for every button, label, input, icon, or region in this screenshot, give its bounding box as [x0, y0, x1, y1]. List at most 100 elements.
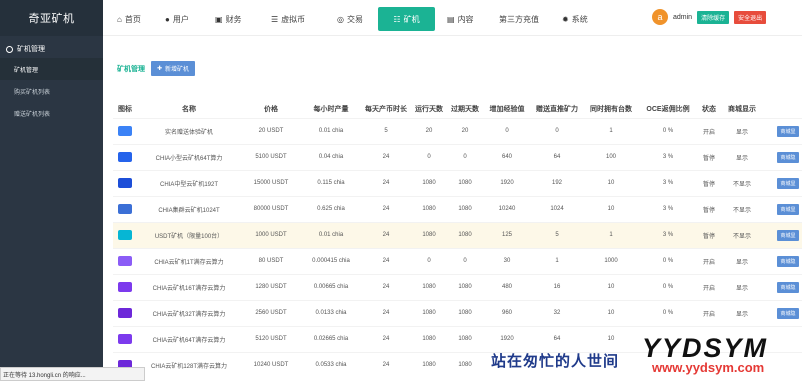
cell-max-owned: 1	[583, 117, 639, 144]
cell-referral-power: 0	[531, 117, 583, 144]
cell-name: USDT矿机（限量100台）	[137, 221, 241, 248]
tab-system[interactable]: ✹ 系统	[556, 7, 594, 31]
cell-referral-power: 192	[531, 169, 583, 196]
miner-icon-cell	[113, 273, 137, 300]
cell-name: CHIA云矿机128T满存云算力	[137, 351, 241, 378]
cell-max-owned: 10	[583, 299, 639, 326]
cell-run-days: 1080	[411, 299, 447, 326]
cell-name: CHIA云矿机16T满存云算力	[137, 273, 241, 300]
mall-toggle-button[interactable]: 商城显	[777, 125, 799, 137]
mall-toggle-button[interactable]: 商城隐	[777, 281, 799, 293]
tab-finance[interactable]: ▣ 财务	[209, 7, 248, 31]
column-header: 每小时产量	[313, 105, 349, 113]
cell-max-owned: 10	[583, 273, 639, 300]
cell-hourly: 0.01 chia	[301, 117, 361, 144]
cell-max-owned: 1	[583, 221, 639, 248]
column-header: 每天产币时长	[365, 105, 407, 113]
clear-cache-button[interactable]: 清除缓存	[697, 10, 730, 24]
cell-mall: 显示	[721, 247, 763, 274]
cell-price: 10240 USDT	[241, 351, 301, 378]
cell-status: 暂停	[697, 195, 721, 222]
tab-users[interactable]: ● 用户	[159, 7, 195, 31]
cell-name: CHIA云矿机32T满存云算力	[137, 299, 241, 326]
cell-run-days: 0	[411, 247, 447, 274]
cell-oce: 3 %	[639, 169, 697, 196]
tab-miner[interactable]: ☷ 矿机	[378, 7, 435, 31]
mall-toggle-button[interactable]: 商城显	[777, 229, 799, 241]
cell-name: 实名赠送体验矿机	[137, 117, 241, 144]
avatar[interactable]: a	[652, 9, 668, 25]
column-header: 名称	[182, 105, 196, 113]
miner-icon	[118, 204, 132, 214]
table-header: 图标 名称 价格 每小时产量 每天产币时长 运行天数 过期天数 增加经验值 赠送直推矿力 同时拥有…	[113, 100, 802, 118]
table-row: CHIA云矿机32T满存云算力 2560 USDT 0.0133 chia 24 108…	[113, 299, 802, 326]
cell-oce: 3 %	[639, 195, 697, 222]
miner-icon	[118, 256, 132, 266]
cell-daily-hours: 24	[361, 169, 411, 196]
miner-icon-cell	[113, 169, 137, 196]
sidebar-item-gifted-list[interactable]: 赠送矿机列表	[0, 102, 103, 124]
cell-hourly: 0.000415 chia	[301, 247, 361, 274]
logout-button[interactable]: 安全退出	[734, 10, 767, 24]
content-icon: ▤	[447, 14, 455, 24]
action-cell: 商城隐	[763, 247, 802, 274]
cell-exp: 125	[483, 221, 531, 248]
column-header: 商城显示	[728, 105, 756, 113]
miner-icon-cell	[113, 195, 137, 222]
action-cell	[763, 351, 802, 378]
cell-referral-power: 5	[531, 221, 583, 248]
table-row: 实名赠送体验矿机 20 USDT 0.01 chia 5 20 20 0 0 1 0 % 开启 显示商…	[113, 117, 802, 144]
tab-trade[interactable]: ◎ 交易	[331, 7, 369, 31]
gear-icon: ✹	[562, 14, 569, 24]
cell-expire-days: 1080	[447, 351, 483, 378]
user-icon: ●	[165, 14, 170, 24]
cell-name: CHIA云矿机1T满存云算力	[137, 247, 241, 274]
miner-icon	[118, 308, 132, 318]
cell-mall: 不显示	[721, 195, 763, 222]
page-title: 矿机管理	[117, 65, 145, 73]
cell-price: 5120 USDT	[241, 325, 301, 352]
home-icon: ⌂	[117, 14, 122, 24]
tab-home[interactable]: ⌂ 首页	[111, 7, 147, 31]
cell-status: 开启	[697, 299, 721, 326]
sidebar-item-miner-manage[interactable]: 矿机管理	[0, 58, 103, 80]
cell-referral-power: 1	[531, 247, 583, 274]
cell-status: 暂停	[697, 221, 721, 248]
cell-max-owned: 10	[583, 325, 639, 352]
column-header	[763, 100, 802, 118]
table-row: USDT矿机（限量100台） 1000 USDT 0.01 chia 24 1080 10…	[113, 221, 802, 248]
cell-hourly: 0.115 chia	[301, 169, 361, 196]
cell-run-days: 1080	[411, 169, 447, 196]
miner-icon-cell	[113, 325, 137, 352]
cell-oce: 0 %	[639, 299, 697, 326]
tab-content[interactable]: ▤ 内容	[441, 7, 480, 31]
tab-third-party-recharge[interactable]: 第三方充值	[493, 7, 545, 31]
cell-max-owned: 1000	[583, 247, 639, 274]
cell-price: 80 USDT	[241, 247, 301, 274]
user-area: a admin 清除缓存 安全退出	[652, 9, 767, 25]
add-user-icon: ✚	[157, 66, 163, 72]
mall-toggle-button[interactable]: 商城显	[777, 177, 799, 189]
cell-referral-power: 64	[531, 325, 583, 352]
sidebar-item-purchased-list[interactable]: 购买矿机列表	[0, 80, 103, 102]
cell-daily-hours: 24	[361, 143, 411, 170]
mall-toggle-button[interactable]: 商城隐	[777, 151, 799, 163]
sidebar-group-miner[interactable]: 矿机管理	[0, 40, 103, 58]
cell-price: 1000 USDT	[241, 221, 301, 248]
miner-icon	[118, 230, 132, 240]
mall-toggle-button[interactable]: 商城隐	[777, 307, 799, 319]
watermark-slogan: 站在匆忙的人世间	[491, 353, 620, 370]
cell-daily-hours: 24	[361, 221, 411, 248]
column-header: OCE返佣比例	[646, 105, 690, 113]
mall-toggle-button[interactable]: 商城显	[777, 203, 799, 215]
tab-crypto[interactable]: ☰ 虚拟币	[265, 7, 311, 31]
cell-status: 开启	[697, 273, 721, 300]
add-miner-button[interactable]: ✚ 新增矿机	[151, 61, 196, 76]
mall-toggle-button[interactable]: 商城隐	[777, 255, 799, 267]
cell-expire-days: 1080	[447, 221, 483, 248]
cell-name: CHIA中型云矿机192T	[137, 169, 241, 196]
cell-price: 80000 USDT	[241, 195, 301, 222]
column-header: 价格	[264, 105, 278, 113]
cell-expire-days: 1080	[447, 195, 483, 222]
cell-price: 1280 USDT	[241, 273, 301, 300]
